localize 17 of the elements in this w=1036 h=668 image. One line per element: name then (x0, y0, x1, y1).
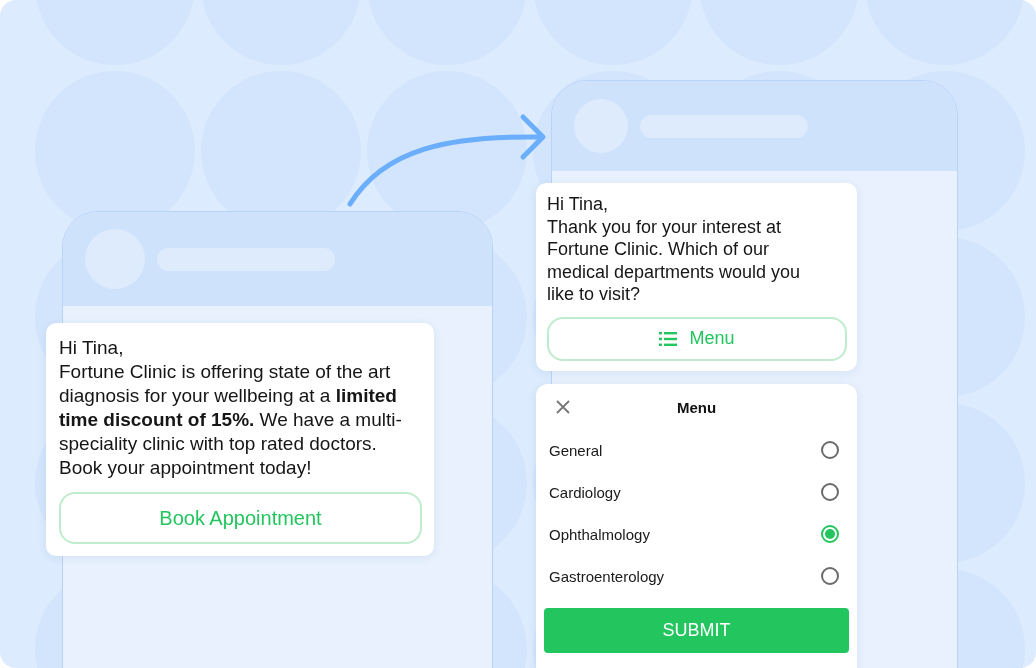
close-button[interactable] (556, 400, 570, 414)
list-icon (659, 331, 678, 346)
option-label: General (549, 441, 603, 459)
book-appointment-button[interactable]: Book Appointment (59, 492, 422, 544)
menu-title: Menu (676, 398, 717, 416)
option-label: Cardiology (549, 483, 621, 501)
menu-button[interactable]: Menu (547, 316, 847, 361)
radio-button[interactable] (821, 483, 839, 501)
message-text: Hi Tina, Fortune Clinic is offering state of the art diagnosis for your wellbeing at a limited time discount of 15%. We have a multi-speciality clinic with top rated doctors. Book your appointment today! (59, 336, 403, 480)
close-icon (556, 400, 570, 414)
option-label: Gastroenterology (549, 567, 665, 585)
radio-button[interactable] (821, 441, 839, 459)
radio-button[interactable] (821, 567, 839, 585)
option-label: Ophthalmology (549, 525, 650, 543)
submit-button[interactable]: SUBMIT (544, 608, 849, 653)
message-text: Hi Tina, Thank you for your interest at Fortune Clinic. Which of our medical departments would you like to visit? (547, 193, 802, 306)
radio-button[interactable] (821, 525, 839, 543)
